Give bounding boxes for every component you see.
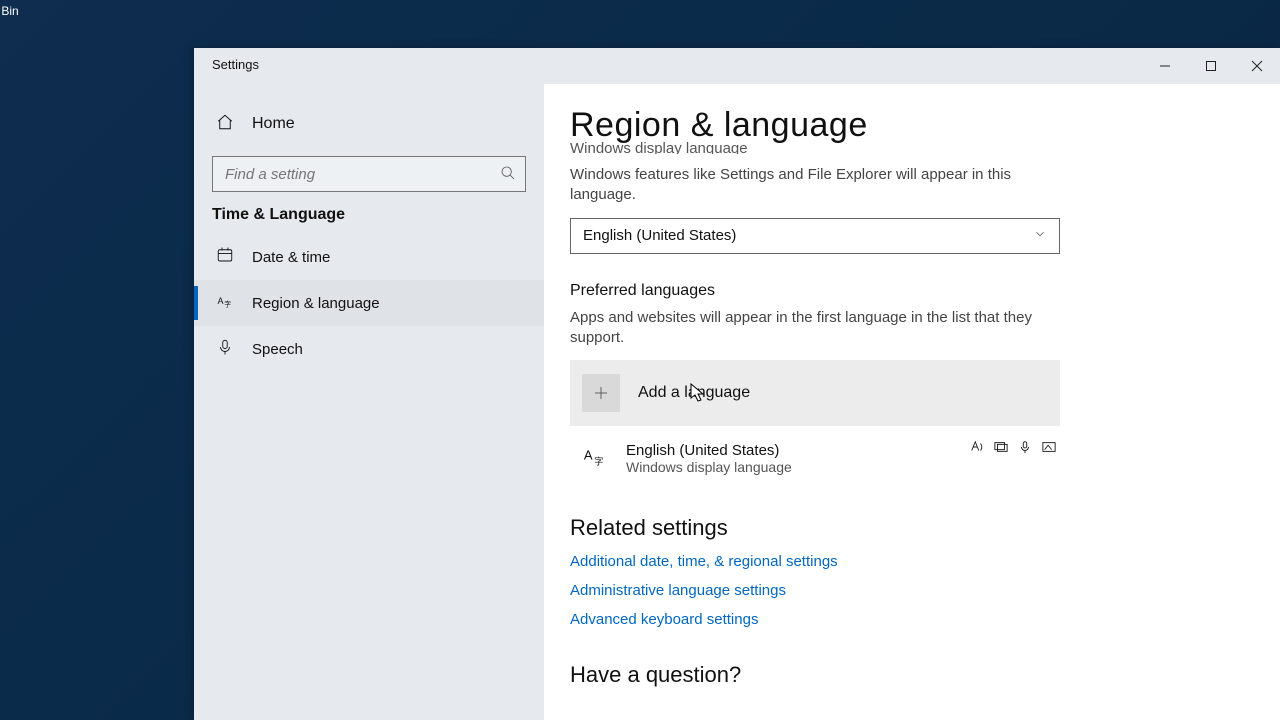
clock-icon bbox=[216, 246, 234, 268]
display-language-header-cut: Windows display language bbox=[570, 140, 1250, 154]
text-to-speech-icon bbox=[970, 440, 984, 459]
search-icon bbox=[500, 165, 516, 186]
display-icon bbox=[994, 440, 1008, 459]
maximize-button[interactable] bbox=[1188, 48, 1234, 84]
plus-icon bbox=[582, 374, 620, 412]
minimize-button[interactable] bbox=[1142, 48, 1188, 84]
handwriting-icon bbox=[1042, 440, 1056, 459]
settings-window: Settings Home Time & Langu bbox=[194, 48, 1280, 720]
close-button[interactable] bbox=[1234, 48, 1280, 84]
window-title: Settings bbox=[212, 57, 259, 72]
svg-text:字: 字 bbox=[224, 299, 231, 308]
sidebar-item-region-language[interactable]: A字 Region & language bbox=[194, 280, 544, 326]
language-subtext: Windows display language bbox=[626, 459, 792, 475]
microphone-icon bbox=[216, 338, 234, 360]
language-name: English (United States) bbox=[626, 442, 792, 459]
svg-text:A: A bbox=[584, 448, 593, 463]
sidebar: Home Time & Language Date & time A字 R bbox=[194, 84, 544, 720]
link-administrative-language[interactable]: Administrative language settings bbox=[570, 582, 1250, 599]
language-item[interactable]: A字 English (United States) Windows displ… bbox=[570, 434, 1060, 483]
svg-text:A: A bbox=[218, 296, 224, 306]
svg-text:字: 字 bbox=[594, 455, 603, 466]
sidebar-item-label: Speech bbox=[252, 341, 303, 358]
display-language-desc: Windows features like Settings and File … bbox=[570, 165, 1060, 206]
preferred-languages-header: Preferred languages bbox=[570, 282, 1250, 300]
sidebar-category: Time & Language bbox=[194, 206, 544, 234]
home-icon bbox=[216, 113, 234, 136]
have-question-header: Have a question? bbox=[570, 662, 1250, 688]
chevron-down-icon bbox=[1033, 227, 1047, 245]
content-pane: Region & language Windows display langua… bbox=[544, 84, 1280, 720]
search-wrap bbox=[212, 156, 526, 192]
speech-icon bbox=[1018, 440, 1032, 459]
sidebar-item-date-time[interactable]: Date & time bbox=[194, 234, 544, 280]
sidebar-item-label: Date & time bbox=[252, 249, 330, 266]
sidebar-item-label: Region & language bbox=[252, 295, 380, 312]
link-additional-regional[interactable]: Additional date, time, & regional settin… bbox=[570, 553, 1250, 570]
sidebar-home[interactable]: Home bbox=[194, 102, 544, 146]
search-input[interactable] bbox=[212, 156, 526, 192]
sidebar-item-speech[interactable]: Speech bbox=[194, 326, 544, 372]
display-language-value: English (United States) bbox=[583, 227, 736, 244]
language-feature-icons bbox=[970, 440, 1056, 459]
language-glyph-icon: A字 bbox=[582, 443, 608, 474]
related-settings-header: Related settings bbox=[570, 515, 1250, 541]
desktop-recycle-bin[interactable]: e Bin bbox=[0, 2, 40, 20]
recycle-bin-label: e Bin bbox=[0, 4, 19, 18]
titlebar: Settings bbox=[194, 48, 1280, 84]
link-advanced-keyboard[interactable]: Advanced keyboard settings bbox=[570, 611, 1250, 628]
home-label: Home bbox=[252, 115, 295, 133]
add-language-label: Add a language bbox=[638, 384, 750, 402]
add-language-button[interactable]: Add a language bbox=[570, 360, 1060, 426]
display-language-select[interactable]: English (United States) bbox=[570, 218, 1060, 254]
preferred-languages-desc: Apps and websites will appear in the fir… bbox=[570, 308, 1060, 349]
language-icon: A字 bbox=[216, 292, 234, 314]
